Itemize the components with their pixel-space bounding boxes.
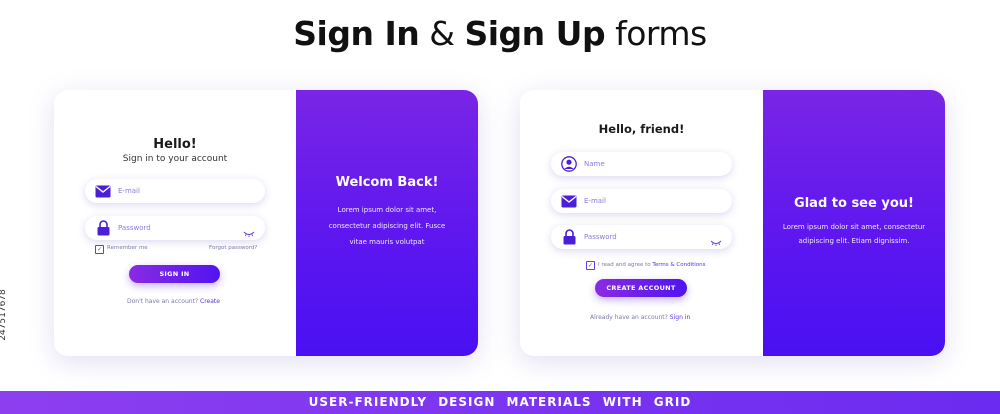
- checkbox-icon: ✓: [587, 262, 594, 269]
- signup-footer-text: Already have an account? Sign in: [590, 314, 690, 321]
- signup-heading: Hello, friend!: [598, 122, 685, 136]
- title-amp: &: [429, 14, 455, 53]
- eye-closed-icon[interactable]: [243, 223, 255, 242]
- signin-password-input[interactable]: [118, 224, 218, 232]
- welcome-panel: Welcom Back! Lorem ipsum dolor sit amet,…: [296, 90, 478, 356]
- terms-text: I read and agree to Terms & Conditions: [598, 262, 705, 268]
- eye-closed-icon[interactable]: [710, 232, 722, 251]
- checkbox-icon: ✓: [96, 246, 103, 253]
- signin-email-field[interactable]: [85, 179, 265, 203]
- signin-subheading: Sign in to your account: [122, 154, 228, 164]
- glad-text-line: adipiscing elit. Etiam dignissim.: [798, 237, 910, 245]
- glad-text-line: Lorem ipsum dolor sit amet, consectetur: [782, 223, 926, 231]
- signup-name-input[interactable]: [584, 160, 684, 168]
- stock-id: 247517678: [0, 289, 8, 341]
- title-forms: forms: [615, 14, 707, 53]
- signup-name-field[interactable]: [551, 152, 732, 176]
- signin-form-panel: Hello! Sign in to your account ✓ Remembe…: [54, 90, 296, 356]
- welcome-title: Welcom Back!: [335, 175, 439, 190]
- welcome-text-line: Lorem ipsum dolor sit amet,: [337, 206, 437, 214]
- signup-password-input[interactable]: [584, 233, 684, 241]
- signin-heading: Hello!: [153, 137, 197, 152]
- terms-checkbox[interactable]: ✓: [586, 261, 595, 270]
- welcome-text-line: consectetur adipiscing elit. Fusce: [328, 222, 446, 230]
- user-icon: [560, 155, 578, 173]
- remember-label: Remember me: [107, 245, 148, 251]
- glad-panel: Glad to see you! Lorem ipsum dolor sit a…: [763, 90, 945, 356]
- forgot-password-link[interactable]: Forgot password?: [209, 245, 257, 251]
- signin-link[interactable]: Sign in: [670, 314, 690, 321]
- lock-icon: [94, 219, 112, 237]
- agree-text: I read and agree to: [598, 262, 651, 268]
- title-signup: Sign Up: [464, 14, 606, 53]
- create-account-button[interactable]: CREATE ACCOUNT: [595, 279, 687, 297]
- signup-password-field[interactable]: [551, 225, 732, 249]
- footer-banner: USER-FRIENDLY DESIGN MATERIALS WITH GRID: [0, 391, 1000, 414]
- create-account-link[interactable]: Create: [200, 298, 220, 305]
- envelope-icon: [560, 192, 578, 210]
- welcome-text-line: vitae mauris volutpat: [349, 238, 425, 246]
- signup-email-field[interactable]: [551, 189, 732, 213]
- glad-title: Glad to see you!: [794, 196, 914, 211]
- title-signin: Sign In: [293, 14, 420, 53]
- no-account-text: Don't have an account?: [127, 298, 199, 305]
- signup-form-panel: Hello, friend! ✓ I read and agree to: [520, 90, 763, 356]
- signup-card: Hello, friend! ✓ I read and agree to: [520, 90, 945, 356]
- page-title: Sign In & Sign Up forms: [0, 14, 1000, 53]
- signin-footer-text: Don't have an account? Create: [127, 298, 220, 305]
- signin-button[interactable]: SIGN IN: [129, 265, 220, 283]
- signin-card: Hello! Sign in to your account ✓ Remembe…: [54, 90, 478, 356]
- envelope-icon: [94, 182, 112, 200]
- already-account-text: Already have an account?: [590, 314, 668, 321]
- terms-link[interactable]: Terms & Conditions: [652, 262, 705, 268]
- welcome-text: Lorem ipsum dolor sit amet, consectetur …: [316, 202, 458, 250]
- lock-icon: [560, 228, 578, 246]
- signin-email-input[interactable]: [118, 187, 218, 195]
- glad-text: Lorem ipsum dolor sit amet, consectetur …: [773, 220, 935, 248]
- remember-checkbox[interactable]: ✓: [95, 245, 104, 254]
- signup-email-input[interactable]: [584, 197, 684, 205]
- signin-password-field[interactable]: [85, 216, 265, 240]
